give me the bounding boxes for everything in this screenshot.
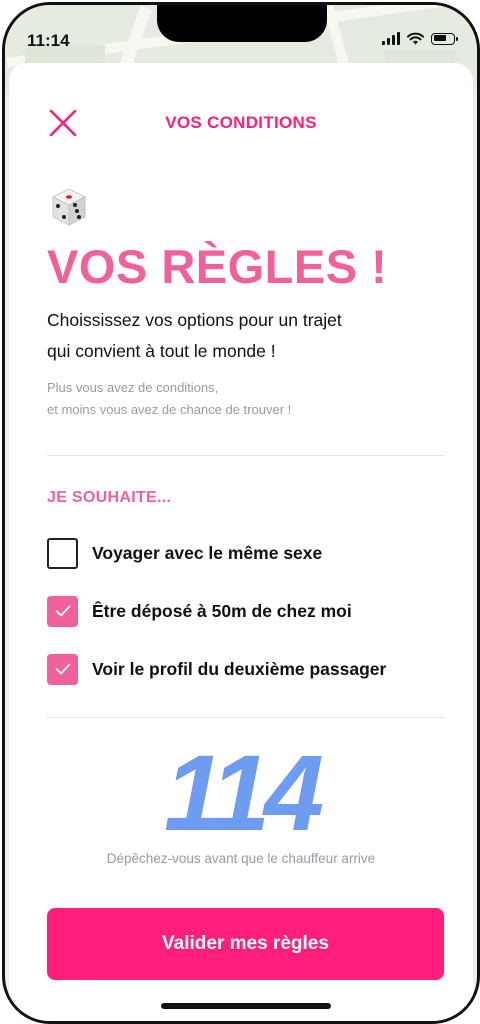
validate-rules-button[interactable]: Valider mes règles	[47, 908, 444, 980]
divider	[47, 717, 444, 718]
intro-line-1: Choississez vos options pour un trajet	[47, 310, 342, 330]
status-time: 11:14	[27, 31, 70, 50]
option-dropoff-50m[interactable]: Être déposé à 50m de chez moi	[47, 594, 352, 628]
hint-line-1: Plus vous avez de conditions,	[47, 380, 219, 395]
option-same-sex[interactable]: Voyager avec le même sexe	[47, 536, 322, 570]
wifi-icon	[407, 32, 424, 45]
divider	[47, 455, 444, 456]
conditions-sheet: VOS CONDITIONS VOS RÈGLES ! Choississez …	[9, 63, 473, 1021]
header-title: VOS CONDITIONS	[165, 113, 317, 132]
dice-icon	[51, 188, 87, 226]
checkbox-checked[interactable]	[47, 595, 78, 627]
device-frame: 11:14 VOS CONDITIONS VOS RÈGLES ! Choiss…	[2, 2, 480, 1024]
check-icon	[55, 605, 70, 617]
home-indicator[interactable]	[161, 1003, 331, 1009]
check-icon	[55, 663, 70, 675]
hint-text: Plus vous avez de conditions, et moins v…	[47, 377, 427, 421]
camera-notch	[157, 5, 327, 42]
intro-text: Choississez vos options pour un trajet q…	[47, 305, 427, 367]
status-icons	[382, 32, 458, 45]
option-label: Voir le profil du deuxième passager	[92, 658, 387, 679]
checkbox-checked[interactable]	[47, 653, 78, 685]
option-label: Voyager avec le même sexe	[92, 542, 323, 563]
section-label: JE SOUHAITE...	[47, 489, 172, 506]
page-title: VOS RÈGLES !	[47, 240, 388, 293]
battery-icon	[431, 32, 458, 45]
option-second-passenger-profile[interactable]: Voir le profil du deuxième passager	[47, 652, 386, 686]
phone-screen: 11:14 VOS CONDITIONS VOS RÈGLES ! Choiss…	[0, 0, 480, 1024]
option-label: Être déposé à 50m de chez moi	[92, 600, 352, 621]
intro-line-2: qui convient à tout le monde !	[47, 341, 276, 361]
cellular-signal-icon	[382, 32, 400, 45]
matching-count: 114	[163, 732, 324, 853]
hint-line-2: et moins vous avez de chance de trouver …	[47, 402, 292, 417]
checkbox-unchecked[interactable]	[47, 537, 78, 569]
counter-caption: Dépêchez-vous avant que le chauffeur arr…	[106, 851, 376, 866]
